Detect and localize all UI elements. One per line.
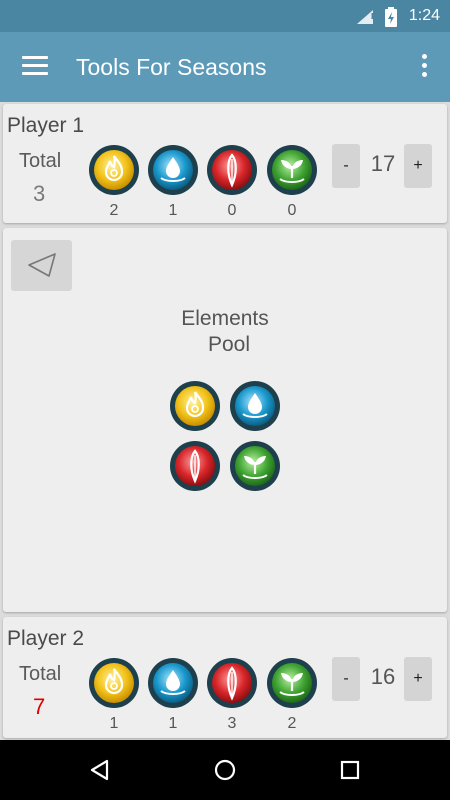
total-value: 3 [33,181,46,206]
air-element-icon[interactable] [169,440,221,492]
water-element-icon[interactable] [229,380,281,432]
send-icon [28,253,56,277]
increment-button[interactable]: + [404,144,432,188]
water-count: 1 [168,715,178,732]
earth-element-icon[interactable] [266,144,318,196]
fire-element-icon[interactable] [88,657,140,709]
total-label: Total [19,663,62,685]
fire-count: 1 [109,715,119,732]
app-bar: Tools For Seasons [0,32,450,102]
air-element-icon[interactable] [206,657,258,709]
air-element-icon[interactable] [206,144,258,196]
earth-count: 2 [287,715,297,732]
home-icon[interactable] [212,757,238,783]
status-bar: 1:24 [0,0,450,32]
water-element-icon[interactable] [147,144,199,196]
total-label: Total [19,150,62,172]
increment-button[interactable]: + [404,657,432,701]
system-nav-bar [0,740,450,800]
pool-title-line1: Elements [181,307,269,330]
app-title: Tools For Seasons [76,54,267,80]
player-name: Player 1 [7,114,85,137]
signal-icon [357,10,374,24]
water-element-icon[interactable] [147,657,199,709]
score-value: 17 [370,151,396,176]
air-count: 0 [227,202,237,219]
overflow-menu-icon[interactable] [422,54,428,78]
battery-icon [385,7,397,27]
send-button[interactable] [11,240,72,291]
pool-title-line2: Pool [207,333,251,356]
decrement-button[interactable]: - [332,657,360,701]
earth-count: 0 [287,202,297,219]
fire-element-icon[interactable] [169,380,221,432]
fire-count: 2 [109,202,119,219]
player-name: Player 2 [7,627,85,650]
score-value: 16 [370,664,396,689]
recents-icon[interactable] [337,757,363,783]
elements-pool-card: Elements Pool [3,228,447,612]
hamburger-icon[interactable] [22,56,48,76]
air-count: 3 [227,715,237,732]
status-time: 1:24 [408,7,440,24]
back-icon[interactable] [87,757,113,783]
player-1-card: Player 1 Total 3 2 1 0 0 - 17 + [3,104,447,223]
water-count: 1 [168,202,178,219]
fire-element-icon[interactable] [88,144,140,196]
player-2-card: Player 2 Total 7 1 1 3 2 - 16 + [3,617,447,738]
total-value: 7 [33,694,46,719]
earth-element-icon[interactable] [266,657,318,709]
earth-element-icon[interactable] [229,440,281,492]
decrement-button[interactable]: - [332,144,360,188]
